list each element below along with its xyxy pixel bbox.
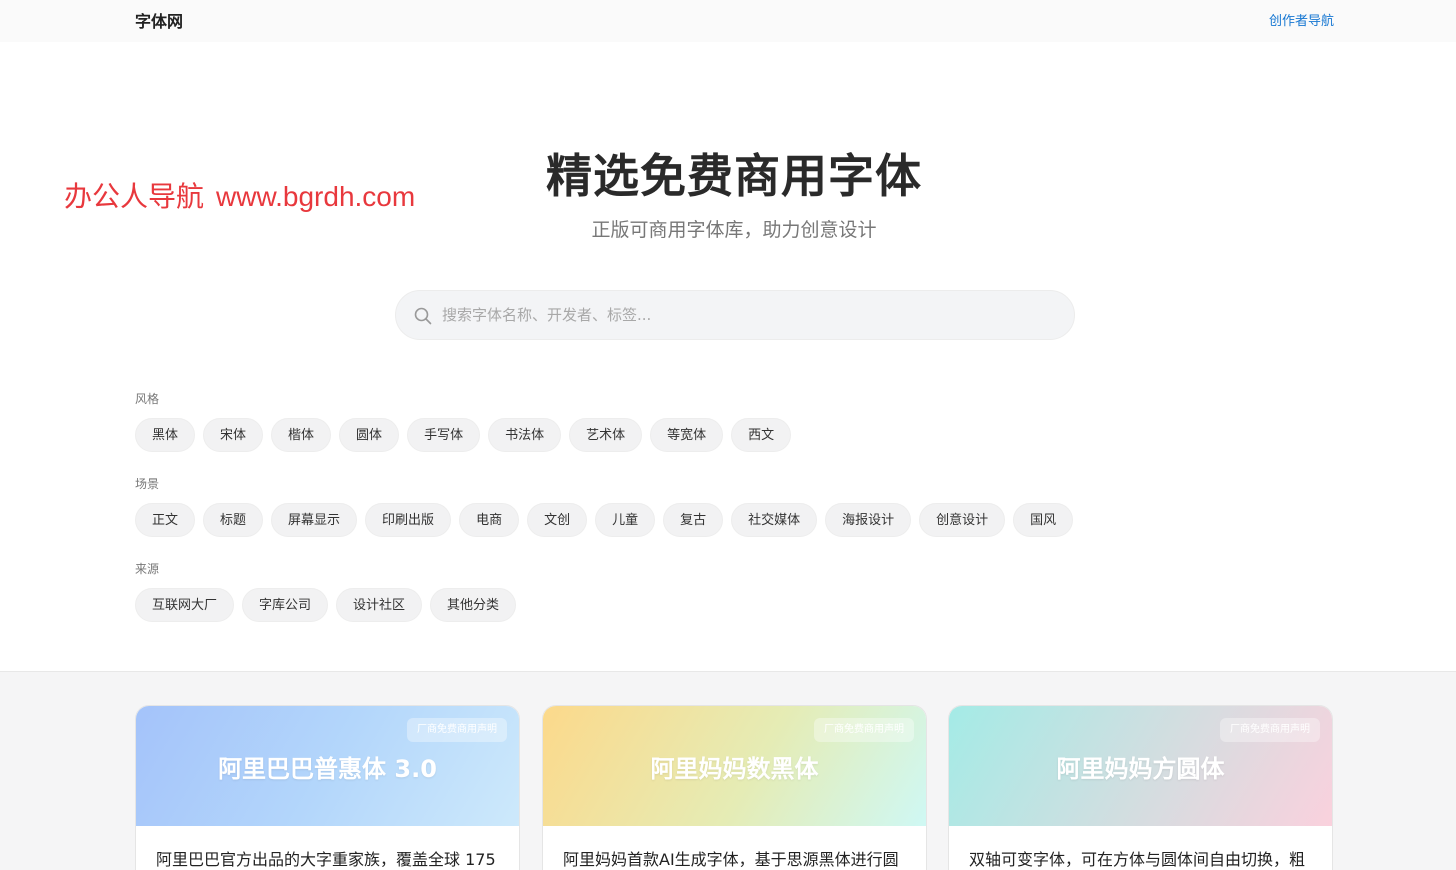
card-title: 阿里巴巴普惠体 3.0 <box>218 755 437 783</box>
filter-chip[interactable]: 正文 <box>135 503 196 537</box>
filter-chip[interactable]: 宋体 <box>203 418 264 452</box>
font-card[interactable]: 厂商免费商用声明 阿里妈妈数黑体 阿里妈妈首款AI生成字体，基于思源黑体进行圆 <box>542 705 927 870</box>
search-bar[interactable] <box>395 290 1075 340</box>
filter-chip[interactable]: 等宽体 <box>650 418 724 452</box>
site-logo[interactable]: 字体网 <box>135 8 183 32</box>
filter-chip[interactable]: 标题 <box>203 503 264 537</box>
page-subtitle: 正版可商用字体库，助力创意设计 <box>591 219 877 241</box>
search-input[interactable] <box>442 291 1052 339</box>
filter-chip[interactable]: 互联网大厂 <box>135 588 235 622</box>
card-badge: 厂商免费商用声明 <box>1220 718 1320 742</box>
filter-chips-scene: 正文 标题 屏幕显示 印刷出版 电商 文创 儿童 复古 社交媒体 海报设计 创意设计 国风 <box>135 503 1074 537</box>
filter-chip[interactable]: 复古 <box>663 503 724 537</box>
filter-chip[interactable]: 屏幕显示 <box>271 503 358 537</box>
card-banner: 厂商免费商用声明 阿里巴巴普惠体 3.0 <box>136 706 519 826</box>
filter-chip[interactable]: 黑体 <box>135 418 196 452</box>
filter-chip[interactable]: 圆体 <box>339 418 400 452</box>
filter-chip[interactable]: 楷体 <box>271 418 332 452</box>
filter-chip[interactable]: 书法体 <box>488 418 562 452</box>
card-banner: 厂商免费商用声明 阿里妈妈方圆体 <box>949 706 1332 826</box>
filter-chip[interactable]: 文创 <box>527 503 588 537</box>
card-description: 双轴可变字体，可在方体与圆体间自由切换，粗 <box>969 850 1306 869</box>
font-card[interactable]: 厂商免费商用声明 阿里巴巴普惠体 3.0 阿里巴巴官方出品的大字重家族，覆盖全球… <box>135 705 520 870</box>
filter-chip[interactable]: 手写体 <box>407 418 481 452</box>
card-description: 阿里巴巴官方出品的大字重家族，覆盖全球 175 <box>156 850 496 869</box>
filter-chips-source: 互联网大厂 字库公司 设计社区 其他分类 <box>135 588 517 622</box>
filter-label-style: 风格 <box>135 392 160 406</box>
card-badge: 厂商免费商用声明 <box>407 718 507 742</box>
card-title: 阿里妈妈数黑体 <box>650 755 819 783</box>
search-icon <box>414 307 432 325</box>
filter-chip[interactable]: 社交媒体 <box>731 503 818 537</box>
filter-chip[interactable]: 印刷出版 <box>365 503 452 537</box>
filter-chip[interactable]: 电商 <box>459 503 520 537</box>
filter-chip[interactable]: 艺术体 <box>569 418 643 452</box>
filter-chip[interactable]: 设计社区 <box>336 588 423 622</box>
font-card[interactable]: 厂商免费商用声明 阿里妈妈方圆体 双轴可变字体，可在方体与圆体间自由切换，粗 <box>948 705 1333 870</box>
filter-chip[interactable]: 国风 <box>1013 503 1074 537</box>
card-badge: 厂商免费商用声明 <box>814 718 914 742</box>
filter-chip[interactable]: 字库公司 <box>242 588 329 622</box>
filter-label-source: 来源 <box>135 562 160 576</box>
filter-chip[interactable]: 其他分类 <box>430 588 517 622</box>
filter-chip[interactable]: 海报设计 <box>825 503 912 537</box>
filter-chip[interactable]: 西文 <box>731 418 792 452</box>
card-title: 阿里妈妈方圆体 <box>1056 755 1225 783</box>
filter-label-scene: 场景 <box>135 477 160 491</box>
top-nav-bar: 字体网 创作者导航 <box>0 0 1456 42</box>
filter-chip[interactable]: 儿童 <box>595 503 656 537</box>
card-banner: 厂商免费商用声明 阿里妈妈数黑体 <box>543 706 926 826</box>
page-title: 精选免费商用字体 <box>546 149 922 203</box>
card-description: 阿里妈妈首款AI生成字体，基于思源黑体进行圆 <box>563 850 899 869</box>
filter-chip[interactable]: 创意设计 <box>919 503 1006 537</box>
filter-chips-style: 黑体 宋体 楷体 圆体 手写体 书法体 艺术体 等宽体 西文 <box>135 418 792 452</box>
creator-nav-link[interactable]: 创作者导航 <box>1269 10 1334 29</box>
